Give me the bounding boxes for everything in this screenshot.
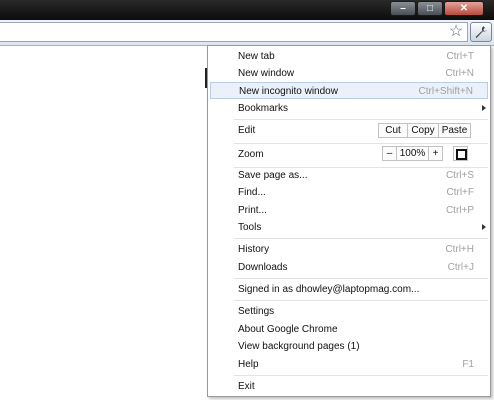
- window-controls: – □ ✕: [389, 1, 484, 17]
- bookmark-star-icon[interactable]: ☆: [447, 23, 465, 41]
- menu-item-tools[interactable]: Tools: [208, 219, 490, 236]
- submenu-arrow-icon: [482, 224, 486, 230]
- menu-item-label: Zoom: [238, 149, 264, 160]
- menu-item-label: History: [238, 244, 270, 255]
- menu-item-label: New window: [238, 68, 295, 79]
- menu-item-label: New tab: [238, 51, 275, 62]
- fullscreen-icon[interactable]: [453, 146, 468, 161]
- menu-item-shortcut: Ctrl+J: [447, 262, 474, 273]
- menu-item-zoom: Zoom: [208, 145, 490, 164]
- menu-item-label: Edit: [238, 125, 256, 136]
- menu-item-label: Bookmarks: [238, 103, 289, 114]
- menu-item-shortcut: F1: [462, 359, 474, 370]
- title-bar: – □ ✕: [0, 0, 494, 20]
- menu-item-label: Exit: [238, 381, 255, 392]
- menu-separator: [234, 119, 488, 120]
- menu-item-label: Downloads: [238, 262, 288, 273]
- minimize-icon: –: [400, 3, 406, 14]
- menu-item-new-tab[interactable]: New tab Ctrl+T: [208, 48, 490, 65]
- zoom-out-button[interactable]: –: [382, 146, 397, 161]
- browser-toolbar: ☆: [0, 20, 494, 46]
- paste-button[interactable]: Paste: [438, 123, 471, 138]
- menu-item-shortcut: Ctrl+P: [445, 205, 474, 216]
- menu-separator: [234, 278, 488, 279]
- chrome-wrench-menu: New tab Ctrl+T New window Ctrl+N New inc…: [207, 45, 491, 397]
- menu-item-help[interactable]: Help F1: [208, 356, 490, 373]
- close-button[interactable]: ✕: [444, 1, 484, 16]
- menu-item-shortcut: Ctrl+F: [446, 187, 475, 198]
- menu-item-shortcut: Ctrl+Shift+N: [418, 86, 473, 97]
- menu-item-bookmarks[interactable]: Bookmarks: [208, 100, 490, 117]
- menu-item-label: View background pages (1): [238, 341, 360, 352]
- menu-item-label: Save page as...: [238, 170, 308, 181]
- menu-item-background-pages[interactable]: View background pages (1): [208, 338, 490, 355]
- zoom-in-button[interactable]: +: [428, 146, 443, 161]
- wrench-menu-button[interactable]: [470, 22, 492, 42]
- close-icon: ✕: [459, 3, 469, 14]
- zoom-level: 100%: [396, 146, 429, 161]
- wrench-icon: [475, 26, 487, 38]
- maximize-button[interactable]: □: [417, 1, 443, 16]
- menu-item-label: Settings: [238, 306, 275, 317]
- minimize-button[interactable]: –: [390, 1, 416, 16]
- menu-item-shortcut: Ctrl+N: [445, 68, 474, 79]
- menu-item-label: Signed in as dhowley@laptopmag.com...: [238, 284, 420, 295]
- copy-button[interactable]: Copy: [407, 123, 439, 138]
- menu-item-downloads[interactable]: Downloads Ctrl+J: [208, 259, 490, 276]
- menu-item-find[interactable]: Find... Ctrl+F: [208, 184, 490, 201]
- cut-button[interactable]: Cut: [378, 123, 408, 138]
- menu-item-label: Find...: [238, 187, 266, 198]
- menu-separator: [234, 143, 488, 144]
- omnibox[interactable]: ☆: [0, 22, 468, 42]
- menu-item-shortcut: Ctrl+H: [445, 244, 474, 255]
- menu-item-about[interactable]: About Google Chrome: [208, 321, 490, 338]
- menu-separator: [234, 238, 488, 239]
- menu-item-label: Tools: [238, 222, 262, 233]
- menu-item-new-incognito-window[interactable]: New incognito window Ctrl+Shift+N: [210, 82, 488, 99]
- menu-item-label: Print...: [238, 205, 267, 216]
- menu-separator: [234, 375, 488, 376]
- menu-item-shortcut: Ctrl+T: [446, 51, 475, 62]
- menu-item-label: About Google Chrome: [238, 324, 338, 335]
- menu-item-history[interactable]: History Ctrl+H: [208, 241, 490, 258]
- menu-item-label: New incognito window: [239, 86, 338, 97]
- menu-separator: [234, 300, 488, 301]
- maximize-icon: □: [426, 3, 434, 14]
- submenu-arrow-icon: [482, 105, 486, 111]
- menu-item-label: Help: [238, 359, 259, 370]
- menu-item-print[interactable]: Print... Ctrl+P: [208, 202, 490, 219]
- menu-item-settings[interactable]: Settings: [208, 303, 490, 320]
- menu-item-save-page[interactable]: Save page as... Ctrl+S: [208, 167, 490, 184]
- menu-item-new-window[interactable]: New window Ctrl+N: [208, 65, 490, 82]
- menu-item-exit[interactable]: Exit: [208, 378, 490, 395]
- menu-item-signed-in[interactable]: Signed in as dhowley@laptopmag.com...: [208, 281, 490, 298]
- menu-item-shortcut: Ctrl+S: [445, 170, 474, 181]
